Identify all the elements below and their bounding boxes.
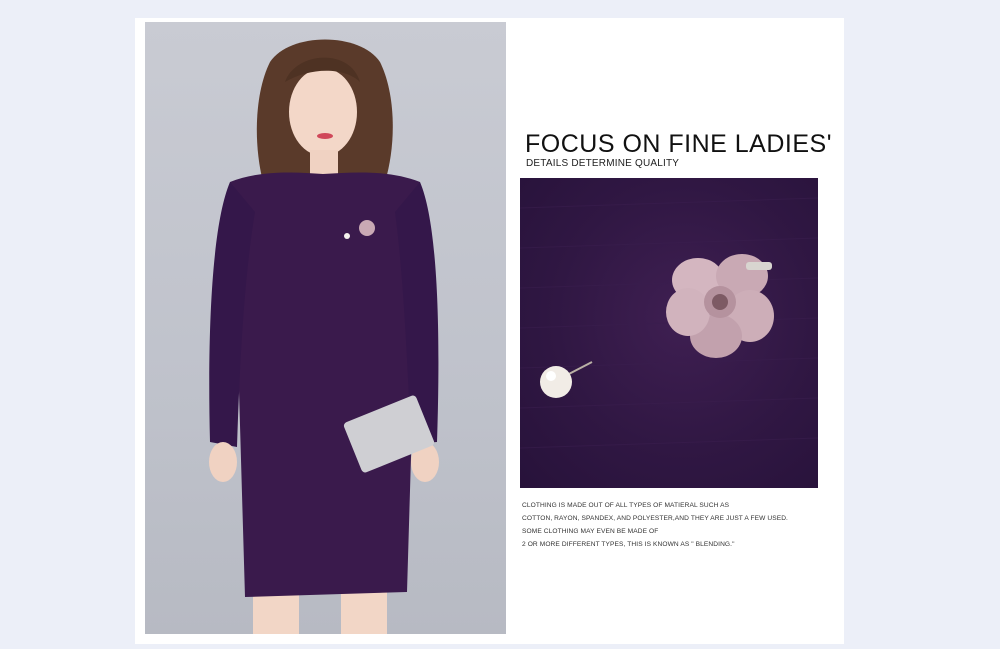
model-illustration [209, 39, 439, 634]
page-title: FOCUS ON FINE LADIES' [525, 130, 832, 158]
caption-line: COTTON, RAYON, SPANDEX, AND POLYESTER,AN… [522, 515, 788, 522]
brooch-detail-photo [520, 178, 818, 488]
caption-text: CLOTHING IS MADE OUT OF ALL TYPES OF MAT… [522, 499, 822, 551]
caption-line: SOME CLOTHING MAY EVEN BE MADE OF [522, 528, 659, 535]
caption-line: 2 OR MORE DIFFERENT TYPES, THIS IS KNOWN… [522, 541, 735, 548]
brooch-illustration [520, 197, 818, 449]
model-photo [145, 22, 506, 634]
page-subtitle: DETAILS DETERMINE QUALITY [526, 158, 680, 169]
caption-line: CLOTHING IS MADE OUT OF ALL TYPES OF MAT… [522, 502, 730, 509]
product-card: FOCUS ON FINE LADIES' DETAILS DETERMINE … [135, 18, 844, 644]
